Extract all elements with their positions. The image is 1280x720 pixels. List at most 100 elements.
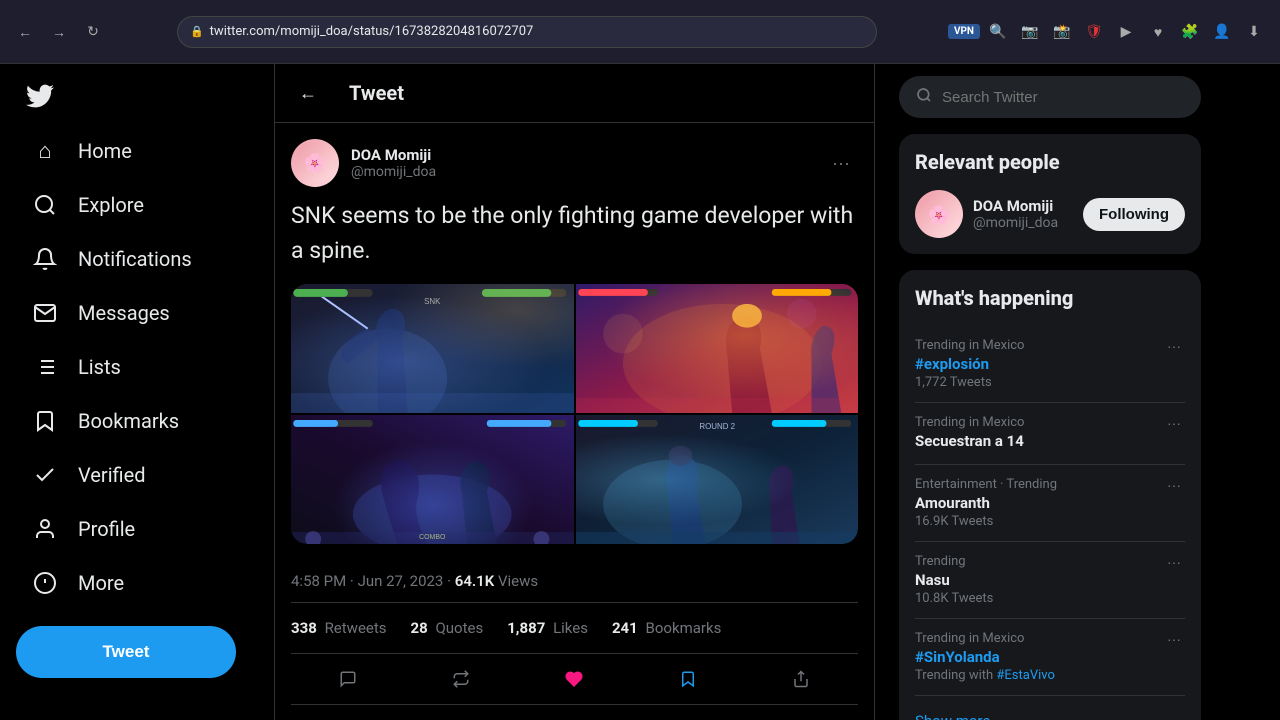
media-image-4: ROUND 2: [576, 415, 859, 544]
twitter-bird-icon: [26, 82, 54, 110]
sidebar-item-verified[interactable]: Verified: [16, 450, 258, 500]
media-cell-4[interactable]: ROUND 2: [576, 415, 859, 544]
person-name: DOA Momiji: [973, 197, 1058, 215]
sidebar-item-lists[interactable]: Lists: [16, 342, 258, 392]
tweet-author-row: 🌸 DOA Momiji @momiji_doa ···: [291, 139, 858, 187]
browser-shield-btn[interactable]: 🛡: [1080, 18, 1108, 46]
retweet-number: 338: [291, 619, 317, 637]
bookmark-count[interactable]: 241 Bookmarks: [612, 619, 721, 637]
trend-item-2[interactable]: Entertainment · Trending Amouranth 16.9K…: [915, 465, 1185, 542]
follow-button[interactable]: Following: [1083, 198, 1185, 231]
trend-more-btn-1[interactable]: ···: [1163, 415, 1185, 431]
browser-back-button[interactable]: ←: [12, 19, 38, 45]
like-icon: [565, 670, 583, 688]
sidebar-label-bookmarks: Bookmarks: [78, 409, 179, 433]
media-cell-1[interactable]: SNK: [291, 284, 574, 413]
person-avatar[interactable]: 🌸: [915, 190, 963, 238]
show-more-trends-button[interactable]: Show more: [915, 696, 1185, 720]
trend-name-0: #explosión: [915, 355, 1024, 373]
trend-item-3[interactable]: Trending Nasu 10.8K Tweets ···: [915, 542, 1185, 619]
tweet-more-button[interactable]: ···: [824, 149, 858, 178]
lock-icon: 🔒: [190, 25, 204, 38]
view-count: 64.1K: [455, 572, 494, 590]
like-count[interactable]: 1,887 Likes: [507, 619, 588, 637]
author-avatar-img: 🌸: [295, 143, 335, 183]
sidebar-item-messages[interactable]: Messages: [16, 288, 258, 338]
sidebar-item-notifications[interactable]: Notifications: [16, 234, 258, 284]
reply-action-button[interactable]: [323, 662, 373, 696]
back-button[interactable]: ←: [291, 76, 325, 110]
retweet-icon: [452, 670, 470, 688]
trend-item-1[interactable]: Trending in Mexico Secuestran a 14 ···: [915, 403, 1185, 465]
trend-context-3: Trending: [915, 554, 993, 569]
media-cell-2[interactable]: [576, 284, 859, 413]
sidebar-item-more[interactable]: More: [16, 558, 258, 608]
browser-play-btn[interactable]: ▶: [1112, 18, 1140, 46]
browser-chrome: ← → ↻ 🔒 twitter.com/momiji_doa/status/16…: [0, 0, 1280, 64]
person-text-info: DOA Momiji @momiji_doa: [973, 197, 1058, 231]
sidebar-label-more: More: [78, 571, 124, 595]
retweet-action-button[interactable]: [436, 662, 486, 696]
trend-content-3: Trending Nasu 10.8K Tweets: [915, 554, 993, 606]
browser-forward-button[interactable]: →: [46, 19, 72, 45]
media-cell-3[interactable]: COMBO: [291, 415, 574, 544]
media-image-1: SNK: [291, 284, 574, 413]
tweet-button[interactable]: Tweet: [16, 626, 236, 678]
trend-context-0: Trending in Mexico: [915, 338, 1024, 353]
messages-icon: [32, 300, 58, 326]
tweet-actions-row: [291, 654, 858, 705]
relevant-people-title: Relevant people: [915, 150, 1185, 174]
trend-more-btn-0[interactable]: ···: [1163, 338, 1185, 354]
trend-item-0[interactable]: Trending in Mexico #explosión 1,772 Twee…: [915, 326, 1185, 403]
sidebar-item-bookmarks[interactable]: Bookmarks: [16, 396, 258, 446]
right-sidebar: Relevant people 🌸: [875, 64, 1225, 720]
sidebar-item-home[interactable]: ⌂ Home: [16, 126, 258, 176]
browser-search-btn[interactable]: 🔍: [984, 18, 1012, 46]
views-label: Views: [498, 572, 538, 590]
like-action-button[interactable]: [549, 662, 599, 696]
avatar[interactable]: 🌸: [291, 139, 339, 187]
share-action-button[interactable]: [776, 662, 826, 696]
sidebar-item-profile[interactable]: Profile: [16, 504, 258, 554]
quote-count[interactable]: 28 Quotes: [411, 619, 484, 637]
bookmark-label: Bookmarks: [646, 619, 722, 637]
bookmark-action-button[interactable]: [663, 662, 713, 696]
relevant-person-row: 🌸 DOA Momiji @momiji_doa Following: [915, 190, 1185, 238]
trend-hashtag-link[interactable]: #EstaVivo: [996, 668, 1054, 683]
trend-name-2: Amouranth: [915, 494, 1057, 512]
trend-count-4: Trending with #EstaVivo: [915, 668, 1055, 683]
search-input[interactable]: [942, 89, 1184, 106]
search-bar[interactable]: [899, 76, 1201, 118]
sidebar-item-explore[interactable]: Explore: [16, 180, 258, 230]
tweet-timestamp: 4:58 PM · Jun 27, 2023 · 64.1K Views: [291, 560, 858, 603]
browser-screenshot-btn[interactable]: 📷: [1016, 18, 1044, 46]
timestamp-text: 4:58 PM · Jun 27, 2023: [291, 572, 443, 590]
author-text-info: DOA Momiji @momiji_doa: [351, 146, 436, 180]
browser-camera-btn[interactable]: 📸: [1048, 18, 1076, 46]
browser-download-btn[interactable]: ⬇: [1240, 18, 1268, 46]
browser-extensions-btn[interactable]: 🧩: [1176, 18, 1204, 46]
browser-profile-btn[interactable]: 👤: [1208, 18, 1236, 46]
person-info: 🌸 DOA Momiji @momiji_doa: [915, 190, 1058, 238]
share-icon: [792, 670, 810, 688]
quote-label: Quotes: [435, 619, 483, 637]
trend-more-btn-4[interactable]: ···: [1163, 631, 1185, 647]
browser-heart-btn[interactable]: ♥: [1144, 18, 1172, 46]
address-bar[interactable]: 🔒 twitter.com/momiji_doa/status/16738282…: [177, 16, 877, 48]
person-avatar-img: 🌸: [918, 193, 960, 235]
browser-reload-button[interactable]: ↻: [80, 19, 106, 45]
trend-context-2: Entertainment · Trending: [915, 477, 1057, 492]
tweet-author-info: 🌸 DOA Momiji @momiji_doa: [291, 139, 436, 187]
sidebar: ⌂ Home Explore Notifications Messages: [0, 64, 275, 720]
trend-item-4[interactable]: Trending in Mexico #SinYolanda Trending …: [915, 619, 1185, 696]
trend-count-2: 16.9K Tweets: [915, 514, 1057, 529]
retweet-count[interactable]: 338 Retweets: [291, 619, 387, 637]
like-number: 1,887: [507, 619, 545, 637]
person-handle: @momiji_doa: [973, 215, 1058, 231]
twitter-logo[interactable]: [16, 72, 64, 120]
trend-more-btn-2[interactable]: ···: [1163, 477, 1185, 493]
tweet-media-grid[interactable]: SNK: [291, 284, 858, 544]
trend-context-4: Trending in Mexico: [915, 631, 1055, 646]
trend-more-btn-3[interactable]: ···: [1163, 554, 1185, 570]
url-text: twitter.com/momiji_doa/status/1673828204…: [210, 24, 534, 39]
